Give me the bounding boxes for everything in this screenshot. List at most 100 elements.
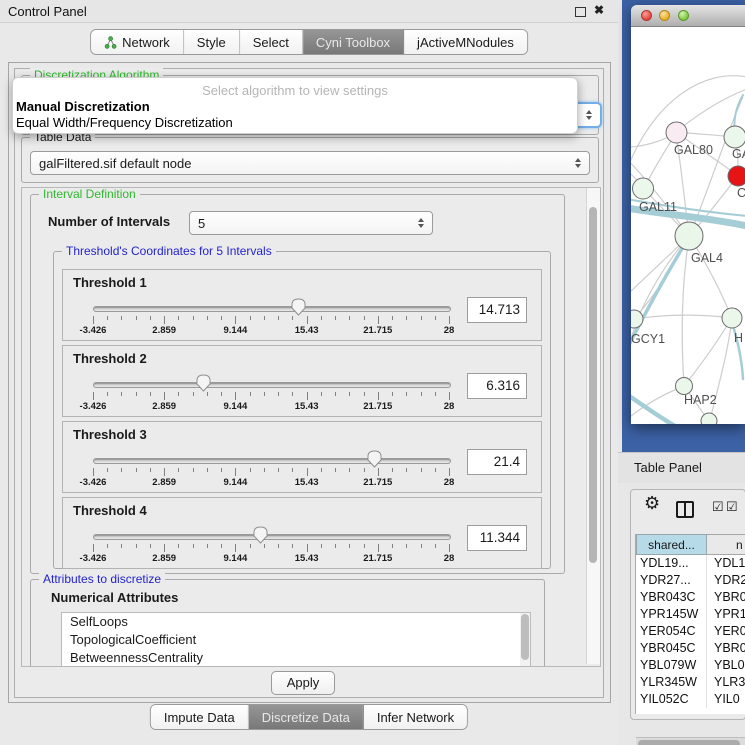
- network-node[interactable]: [675, 222, 703, 250]
- cell-shared-name[interactable]: YER054C: [636, 623, 707, 640]
- tab-network[interactable]: Network: [91, 30, 183, 54]
- table-row[interactable]: YER054CYER0: [636, 623, 745, 640]
- threshold-2-panel: Threshold 2-3.4262.8599.14415.4321.71528…: [62, 345, 542, 417]
- application-root: Control Panel ✖ NetworkStyleSelectCyni T…: [0, 0, 745, 745]
- table-row[interactable]: YLR345WYLR3: [636, 674, 745, 691]
- network-node[interactable]: [724, 126, 745, 148]
- column-header-shared-name[interactable]: shared...: [636, 534, 707, 555]
- threshold-slider-track[interactable]: [93, 306, 451, 312]
- threshold-slider-thumb[interactable]: [367, 450, 382, 468]
- cell-shared-name[interactable]: YBL079W: [636, 657, 707, 674]
- threshold-slider-track[interactable]: [93, 534, 451, 540]
- threshold-slider-track[interactable]: [93, 458, 451, 464]
- cell-shared-name[interactable]: YPR145W: [636, 606, 707, 623]
- tab-discretize-data[interactable]: Discretize Data: [248, 705, 363, 729]
- cell-shared-name[interactable]: YDL19...: [636, 555, 707, 572]
- tab-infer-network[interactable]: Infer Network: [363, 705, 467, 729]
- threshold-slider-track[interactable]: [93, 382, 451, 388]
- column-header-name[interactable]: n: [707, 534, 745, 555]
- attributes-to-discretize-group: Attributes to discretize Numerical Attri…: [30, 579, 545, 667]
- tab-cyni-toolbox[interactable]: Cyni Toolbox: [302, 30, 403, 54]
- cell-shared-name[interactable]: YLR345W: [636, 674, 707, 691]
- threshold-slider-thumb[interactable]: [253, 526, 268, 544]
- table-row[interactable]: YDR27...YDR2: [636, 572, 745, 589]
- cell-name[interactable]: YDL1: [707, 555, 745, 572]
- cell-shared-name[interactable]: YDR27...: [636, 572, 707, 589]
- algorithm-option[interactable]: Equal Width/Frequency Discretization: [13, 115, 577, 131]
- network-node[interactable]: [676, 378, 693, 395]
- close-window-icon[interactable]: [641, 10, 652, 21]
- table-row[interactable]: YPR145WYPR1: [636, 606, 745, 623]
- cell-name[interactable]: YIL0: [707, 691, 745, 708]
- network-node[interactable]: [633, 178, 654, 199]
- right-region: GAL80GACGAL11GAL4GCY1HHAP2 Table Panel ⚙…: [618, 0, 745, 745]
- thresholds-coordinates-group-title: Threshold's Coordinates for 5 Intervals: [62, 244, 276, 258]
- zoom-window-icon[interactable]: [678, 10, 689, 21]
- tab-label: Cyni Toolbox: [316, 35, 390, 50]
- cell-shared-name[interactable]: YIL052C: [636, 691, 707, 708]
- cell-name[interactable]: YBR0: [707, 640, 745, 657]
- tab-style[interactable]: Style: [183, 30, 239, 54]
- settings-scrollbar[interactable]: [586, 188, 600, 664]
- cell-shared-name[interactable]: YBR043C: [636, 589, 707, 606]
- float-panel-icon[interactable]: [575, 7, 586, 17]
- tab-jactivemnodules[interactable]: jActiveMNodules: [403, 30, 527, 54]
- tab-impute-data[interactable]: Impute Data: [151, 705, 248, 729]
- cell-name[interactable]: YBR0: [707, 589, 745, 606]
- minimize-window-icon[interactable]: [659, 10, 670, 21]
- slider-tick-marks: [93, 468, 449, 476]
- table-row[interactable]: YBR043CYBR0: [636, 589, 745, 606]
- checkbox-icon[interactable]: ☑: [726, 499, 738, 515]
- network-edge: [685, 319, 731, 385]
- table-data-combobox[interactable]: galFiltered.sif default node: [30, 151, 590, 175]
- table-data-group: Table Data galFiltered.sif default node: [21, 137, 599, 183]
- node-label: H: [734, 331, 743, 345]
- cell-name[interactable]: YPR1: [707, 606, 745, 623]
- cell-shared-name[interactable]: YBR045C: [636, 640, 707, 657]
- network-window-titlebar[interactable]: [631, 5, 745, 27]
- network-canvas[interactable]: GAL80GACGAL11GAL4GCY1HHAP2: [631, 27, 745, 424]
- algorithm-option[interactable]: Manual Discretization: [13, 99, 577, 115]
- network-icon: [104, 36, 117, 49]
- table-settings-gear-icon[interactable]: ⚙: [644, 493, 660, 514]
- attributes-list-scrollbar[interactable]: [520, 613, 530, 667]
- checkbox-icon[interactable]: ☑: [712, 499, 724, 515]
- threshold-slider-thumb[interactable]: [196, 374, 211, 392]
- threshold-2-value-field[interactable]: 6.316: [467, 373, 527, 399]
- tab-label: Style: [197, 35, 226, 50]
- table-row[interactable]: YBL079WYBL0: [636, 657, 745, 674]
- cell-name[interactable]: YER0: [707, 623, 745, 640]
- numerical-attributes-list[interactable]: SelfLoopsTopologicalCoefficientBetweenne…: [61, 612, 531, 667]
- network-edge: [690, 237, 731, 317]
- table-row[interactable]: YIL052CYIL0: [636, 691, 745, 708]
- slider-tick-marks: [93, 392, 449, 400]
- attribute-item[interactable]: TopologicalCoefficient: [62, 631, 530, 649]
- attribute-item[interactable]: BetweennessCentrality: [62, 649, 530, 667]
- cell-name[interactable]: YBL0: [707, 657, 745, 674]
- apply-button[interactable]: Apply: [271, 671, 335, 695]
- threshold-1-panel: Threshold 1-3.4262.8599.14415.4321.71528…: [62, 269, 542, 341]
- table-horizontal-scrollbar[interactable]: [636, 737, 745, 745]
- network-node[interactable]: [728, 166, 745, 186]
- table-data-combobox-value: galFiltered.sif default node: [39, 156, 569, 171]
- network-node[interactable]: [631, 310, 643, 328]
- cell-name[interactable]: YDR2: [707, 572, 745, 589]
- threshold-1-value-field[interactable]: 14.713: [467, 297, 527, 323]
- interval-definition-group: Interval Definition Number of Intervals …: [30, 194, 565, 574]
- split-columns-icon[interactable]: [676, 501, 694, 518]
- table-row[interactable]: YDL19...YDL1: [636, 555, 745, 572]
- slider-tick-labels: -3.4262.8599.14415.4321.71528: [93, 325, 449, 336]
- cell-name[interactable]: YLR3: [707, 674, 745, 691]
- number-of-intervals-combobox[interactable]: 5: [189, 211, 433, 235]
- network-node[interactable]: [666, 122, 687, 143]
- threshold-slider-thumb[interactable]: [291, 298, 306, 316]
- table-row[interactable]: YBR045CYBR0: [636, 640, 745, 657]
- threshold-3-value-field[interactable]: 21.4: [467, 449, 527, 475]
- tab-select[interactable]: Select: [239, 30, 302, 54]
- close-panel-icon[interactable]: ✖: [594, 3, 604, 17]
- network-node[interactable]: [701, 413, 717, 424]
- threshold-4-value-field[interactable]: 11.344: [467, 525, 527, 551]
- attribute-item[interactable]: SelfLoops: [62, 613, 530, 631]
- network-node[interactable]: [722, 308, 742, 328]
- tab-label: Impute Data: [164, 710, 235, 725]
